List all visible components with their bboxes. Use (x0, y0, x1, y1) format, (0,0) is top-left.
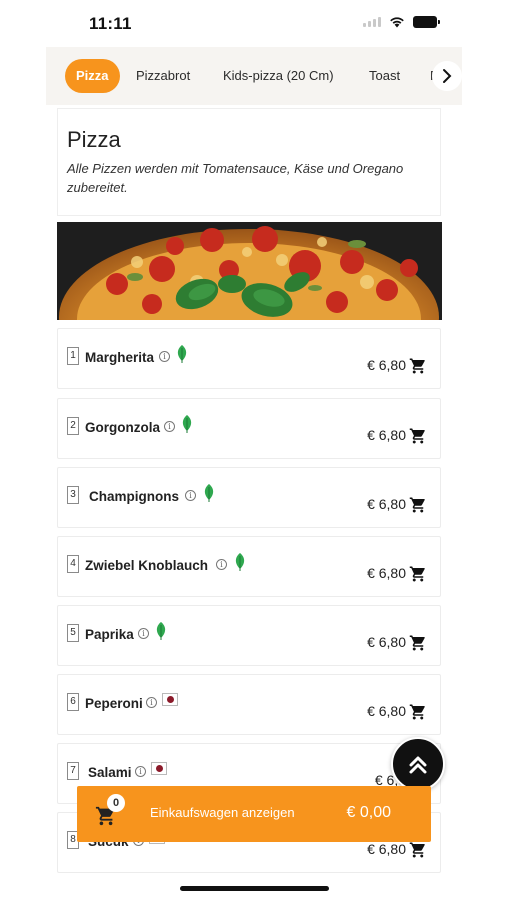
info-icon[interactable]: i (185, 490, 196, 501)
menu-item-champignons[interactable]: 3 Champignons i € 6,80 (57, 467, 441, 528)
battery-icon (413, 16, 440, 28)
item-number: 6 (67, 693, 79, 711)
info-icon[interactable]: i (135, 766, 146, 777)
item-name: Champignons (89, 489, 179, 504)
home-indicator (180, 886, 329, 891)
item-price: € 6,80 (367, 703, 406, 719)
leaf-icon (156, 622, 166, 640)
double-chevron-up-icon (409, 756, 427, 774)
section-title: Pizza (67, 127, 121, 152)
item-number: 4 (67, 555, 79, 573)
cart-label: Einkaufswagen anzeigen (150, 805, 295, 820)
scroll-to-top-button[interactable] (391, 737, 445, 791)
cart-total: € 0,00 (346, 804, 391, 821)
meat-icon (151, 762, 167, 775)
status-time: 11:11 (89, 14, 132, 33)
add-to-cart-icon[interactable] (409, 427, 427, 445)
add-to-cart-icon[interactable] (409, 496, 427, 514)
info-icon[interactable]: i (216, 559, 227, 570)
add-to-cart-icon[interactable] (409, 357, 427, 375)
pizza-illustration (57, 222, 442, 320)
menu-item-peperoni[interactable]: 6 Peperoni i € 6,80 (57, 674, 441, 735)
add-to-cart-icon[interactable] (409, 634, 427, 652)
tab-pizzabrot[interactable]: Pizzabrot (136, 59, 190, 93)
item-number: 5 (67, 624, 79, 642)
menu-item-zwiebel-knoblauch[interactable]: 4 Zwiebel Knoblauch i € 6,80 (57, 536, 441, 597)
section-description: Alle Pizzen werden mit Tomatensauce, Käs… (67, 161, 404, 195)
menu-item-gorgonzola[interactable]: 2 Gorgonzola i € 6,80 (57, 398, 441, 459)
item-price: € 6,80 (367, 496, 406, 512)
chevron-right-icon (443, 69, 452, 83)
leaf-icon (204, 484, 214, 502)
item-name: Gorgonzola (85, 420, 160, 435)
status-bar: 11:11 (0, 0, 507, 46)
menu-item-paprika[interactable]: 5 Paprika i € 6,80 (57, 605, 441, 666)
wifi-icon (390, 17, 404, 28)
info-icon[interactable]: i (138, 628, 149, 639)
add-to-cart-icon[interactable] (409, 565, 427, 583)
item-name: Peperoni (85, 696, 143, 711)
item-number: 1 (67, 347, 79, 365)
leaf-icon (182, 415, 192, 433)
item-number: 7 (67, 762, 79, 780)
item-name: Paprika (85, 627, 134, 642)
tab-pizza[interactable]: Pizza (65, 59, 120, 93)
pizza-banner-image (57, 222, 442, 320)
item-name: Margherita (85, 350, 155, 365)
signal-icon (363, 17, 381, 27)
view-cart-button[interactable]: 0 Einkaufswagen anzeigen € 0,00 (77, 786, 431, 842)
cart-count-badge: 0 (107, 794, 125, 812)
item-price: € 6,80 (367, 357, 406, 373)
info-icon[interactable]: i (146, 697, 157, 708)
meat-icon (162, 693, 178, 706)
tab-kids-pizza[interactable]: Kids-pizza (20 Cm) (223, 59, 334, 93)
item-name: Salami (88, 765, 132, 780)
item-price: € 6,80 (367, 427, 406, 443)
item-price: € 6,80 (367, 841, 406, 857)
item-name: Zwiebel Knoblauch (85, 558, 209, 573)
item-price: € 6,80 (367, 634, 406, 650)
tab-scroll-right-button[interactable] (432, 61, 462, 91)
info-icon[interactable]: i (159, 351, 170, 362)
category-tab-bar: Pizza Pizzabrot Kids-pizza (20 Cm) Toast… (46, 47, 462, 105)
section-header: Pizza Alle Pizzen werden mit Tomatensauc… (57, 108, 441, 216)
status-icons (363, 16, 440, 28)
add-to-cart-icon[interactable] (409, 703, 427, 721)
info-icon[interactable]: i (164, 421, 175, 432)
add-to-cart-icon[interactable] (409, 841, 427, 859)
tab-toast[interactable]: Toast (369, 59, 400, 93)
menu-item-margherita[interactable]: 1 Margherita i € 6,80 (57, 328, 441, 389)
item-number: 3 (67, 486, 79, 504)
item-price: € 6,80 (367, 565, 406, 581)
leaf-icon (235, 553, 245, 571)
leaf-icon (177, 345, 187, 363)
item-number: 2 (67, 417, 79, 435)
